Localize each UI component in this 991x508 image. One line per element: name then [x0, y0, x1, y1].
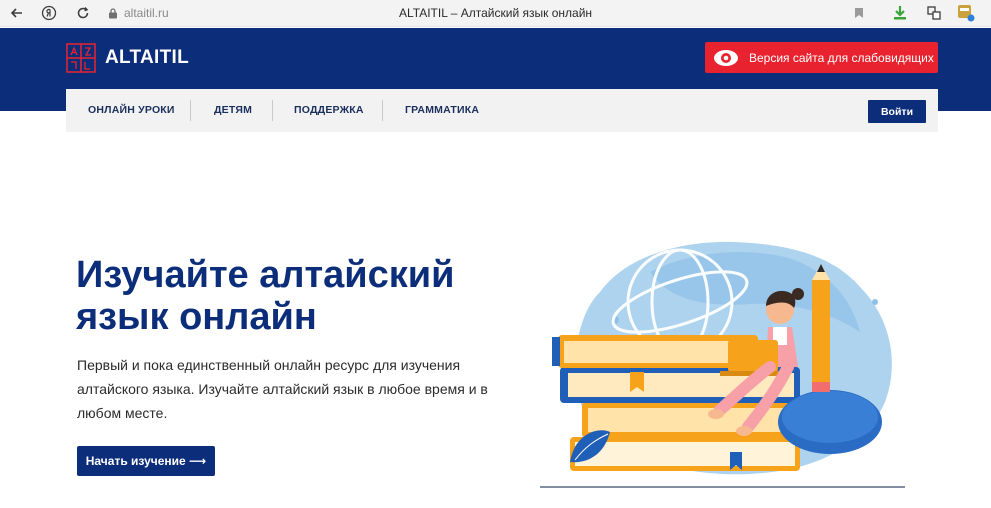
reload-icon[interactable] [74, 4, 92, 22]
yandex-icon[interactable] [40, 4, 58, 22]
hero-title: Изучайте алтайский язык онлайн [76, 254, 516, 338]
hero-illustration [530, 232, 915, 494]
hero-description: Первый и пока единственный онлайн ресурс… [77, 357, 488, 421]
low-vision-button-label: Версия сайта для слабовидящих [749, 50, 934, 65]
bookmark-icon[interactable] [850, 4, 868, 22]
site-logo[interactable]: ALTAITIL [66, 43, 189, 73]
nav-divider [272, 100, 273, 121]
nav-item-online-lessons[interactable]: ОНЛАЙН УРОКИ [88, 104, 175, 116]
login-button[interactable]: Войти [868, 100, 926, 123]
nav-divider [382, 100, 383, 121]
hero-title-line1: Изучайте алтайский [76, 254, 455, 296]
nav-item-kids[interactable]: ДЕТЯМ [214, 104, 252, 116]
lock-icon [104, 4, 122, 22]
logo-text: ALTAITIL [105, 47, 190, 68]
nav-item-grammar[interactable]: ГРАММАТИКА [405, 104, 479, 116]
start-learning-button[interactable]: Начать изучение ⟶ [77, 446, 215, 476]
nav-item-support[interactable]: ПОДДЕРЖКА [294, 104, 364, 116]
low-vision-version-button[interactable]: Версия сайта для слабовидящих [705, 42, 938, 73]
nav-divider [190, 100, 191, 121]
eye-icon [713, 49, 739, 67]
download-icon[interactable] [891, 4, 909, 22]
tab-title: ALTAITIL – Алтайский язык онлайн [398, 6, 593, 20]
back-arrow-icon[interactable] [8, 4, 26, 22]
hero-title-line2: язык онлайн [76, 296, 317, 338]
browser-toolbar: altaitil.ru ALTAITIL – Алтайский язык он… [0, 0, 991, 27]
profile-icon[interactable] [957, 4, 975, 22]
url-field[interactable]: altaitil.ru [124, 6, 169, 20]
main-navigation: ОНЛАЙН УРОКИ ДЕТЯМ ПОДДЕРЖКА ГРАММАТИКА … [66, 89, 938, 132]
logo-mark-icon [66, 43, 96, 73]
extensions-icon[interactable] [925, 4, 943, 22]
